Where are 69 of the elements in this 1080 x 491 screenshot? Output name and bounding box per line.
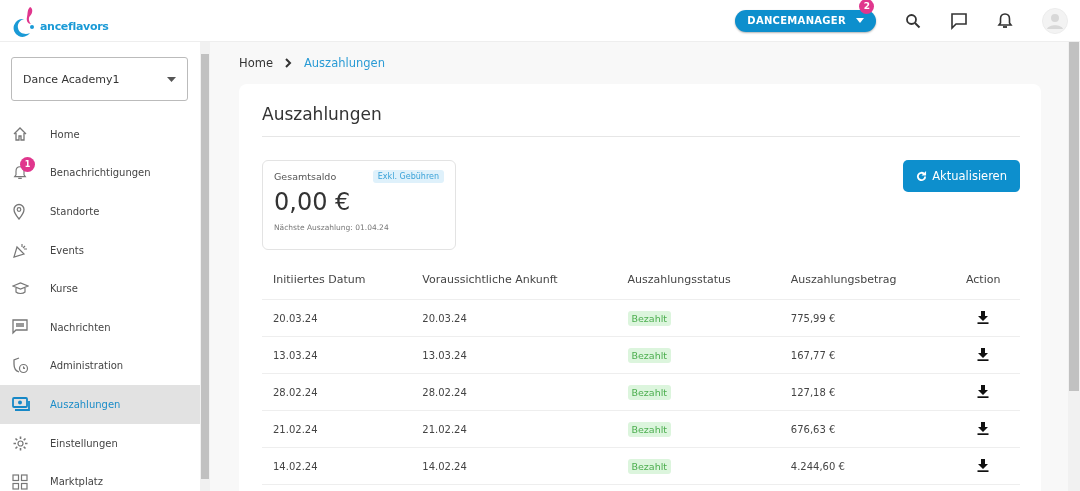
scrollbar[interactable]	[1068, 42, 1080, 491]
sidebar-item[interactable]: Administration	[0, 346, 200, 386]
refresh-button[interactable]: Aktualisieren	[903, 160, 1020, 192]
table-cell: 20.03.24	[262, 299, 412, 337]
banknote-icon	[12, 397, 30, 412]
table-cell: 14.02.24	[262, 447, 412, 485]
chat-icon	[12, 319, 28, 336]
table-cell: 20.03.24	[411, 299, 617, 337]
status-tag: Bezahlt	[627, 384, 672, 400]
scrollbar[interactable]	[200, 42, 210, 491]
fee-tag: Exkl. Gebühren	[372, 170, 444, 183]
table-cell: 21.02.24	[411, 410, 617, 448]
column-header: Action	[946, 259, 1020, 300]
shield-clock-icon	[12, 357, 29, 375]
column-header: Initiiertes Datum	[262, 259, 412, 300]
balance-amount: 0,00 €	[274, 188, 352, 216]
table-cell: 21.02.24	[262, 410, 412, 448]
table-cell: 13.03.24	[411, 336, 617, 374]
location-pin-icon	[12, 203, 26, 220]
breadcrumb-current: Auszahlungen	[303, 56, 385, 70]
balance-label: Gesamtsaldo	[274, 171, 337, 182]
table-cell: 676,63 €	[779, 410, 947, 448]
caret-icon	[167, 76, 176, 82]
notification-badge: 1	[20, 156, 35, 172]
chat-icon[interactable]	[950, 11, 968, 30]
table-cell: 28.02.24	[262, 373, 412, 411]
sidebar-item[interactable]: 1 Benachrichtigungen	[0, 153, 200, 193]
caret-icon	[856, 18, 864, 23]
graduation-cap-icon	[12, 281, 29, 297]
refresh-icon	[916, 170, 928, 182]
role-dropdown-button[interactable]: DANCEMANAGER	[735, 9, 876, 32]
breadcrumb-link[interactable]: Home	[239, 56, 273, 70]
school-select[interactable]: Dance Academy1	[11, 57, 188, 101]
download-icon[interactable]	[977, 421, 990, 435]
table-cell: 28.02.24	[411, 373, 617, 411]
notification-badge: 2	[859, 0, 875, 14]
download-icon[interactable]	[977, 347, 990, 361]
status-tag: Bezahlt	[627, 421, 672, 437]
status-tag: Bezahlt	[627, 310, 672, 326]
table-cell: 775,99 €	[779, 299, 947, 337]
party-popper-icon	[12, 241, 29, 259]
logo-text: anceflavors	[40, 19, 109, 33]
download-icon[interactable]	[977, 384, 990, 398]
sidebar-item[interactable]: Einstellungen	[0, 423, 200, 463]
sidebar-item[interactable]: Home	[0, 115, 200, 154]
download-icon[interactable]	[977, 310, 990, 324]
sidebar-item[interactable]: Events	[0, 230, 200, 270]
column-header: Voraussichtliche Ankunft	[411, 259, 617, 300]
sidebar-item[interactable]: Marktplatz	[0, 462, 200, 491]
sidebar-item[interactable]: Standorte	[0, 192, 200, 231]
bell-icon[interactable]	[997, 11, 1013, 30]
grid-icon	[12, 473, 28, 490]
search-icon[interactable]	[905, 12, 921, 29]
download-icon[interactable]	[977, 458, 990, 472]
page-title: Auszahlungen	[262, 84, 1020, 137]
sidebar-item[interactable]: Nachrichten	[0, 307, 200, 347]
table-cell: 13.03.24	[262, 336, 412, 374]
column-header: Auszahlungsstatus	[616, 259, 780, 300]
column-header: Auszahlungsbetrag	[779, 259, 947, 300]
sidebar-item[interactable]: Kurse	[0, 269, 200, 308]
settings-icon	[12, 434, 29, 452]
table-cell: 127,18 €	[779, 373, 947, 411]
chevron-right-icon	[284, 58, 292, 68]
home-icon	[12, 126, 28, 143]
status-tag: Bezahlt	[627, 347, 672, 363]
table-cell: 4.244,60 €	[779, 447, 947, 485]
table-cell: 14.02.24	[411, 447, 617, 485]
status-tag: Bezahlt	[627, 458, 672, 474]
table-cell: 167,77 €	[779, 336, 947, 374]
